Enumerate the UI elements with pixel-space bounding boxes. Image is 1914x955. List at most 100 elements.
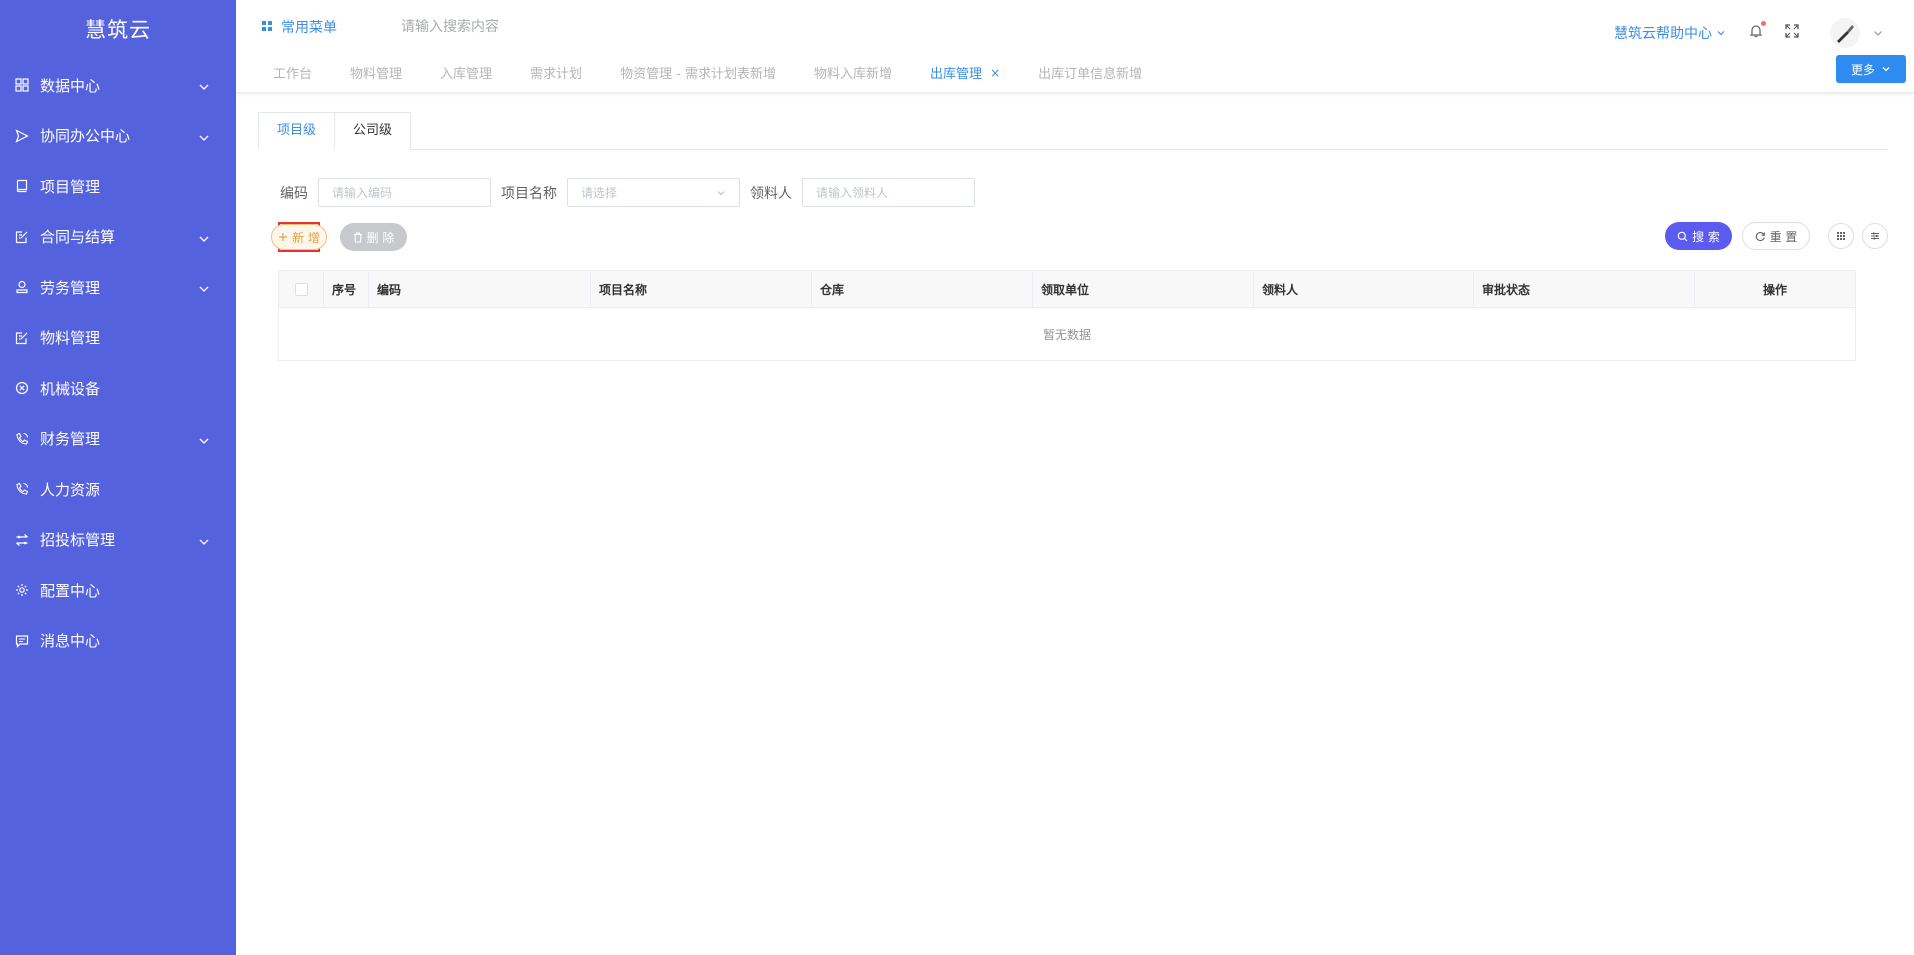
add-button-label: 新 增 [292, 230, 320, 245]
notification-bell[interactable] [1748, 21, 1766, 43]
table-empty-text: 暂无数据 [1042, 327, 1091, 342]
chevron-down-icon [198, 281, 210, 293]
grid-dots-icon [1837, 232, 1845, 240]
book-icon [14, 178, 30, 194]
filter-form: 编码 项目名称 请选择 领料人 [280, 178, 1888, 207]
select-all-cell [279, 271, 324, 307]
transfer-icon [14, 532, 30, 548]
user-menu-chevron-icon[interactable] [1872, 27, 1884, 39]
outbound-table: 序号 编码 项目名称 仓库 领取单位 领料人 审批状态 操作 暂无数据 [278, 270, 1856, 361]
col-header-receiving-unit: 领取单位 [1033, 271, 1254, 307]
search-icon [1677, 231, 1688, 241]
code-label: 编码 [280, 185, 308, 202]
chevron-down-icon [198, 231, 210, 243]
user-stamp-icon [14, 279, 30, 295]
more-tabs-button[interactable]: 更多 [1836, 55, 1906, 83]
close-icon[interactable]: × [990, 66, 1000, 80]
table-header: 序号 编码 项目名称 仓库 领取单位 领料人 审批状态 操作 [279, 271, 1855, 308]
page-tab-label: 物料管理 [350, 67, 403, 82]
receiver-label: 领料人 [750, 185, 792, 202]
page-tab[interactable]: 需求计划 [518, 63, 594, 82]
page-tab-label: 入库管理 [440, 67, 493, 82]
sidebar-item[interactable]: 机械设备 [0, 363, 236, 414]
right-actions: 搜 索 重 置 [1665, 222, 1888, 250]
project-name-select[interactable]: 请选择 [567, 178, 740, 207]
global-search-input[interactable] [401, 18, 601, 35]
sidebar-item[interactable]: 合同与结算 [0, 212, 236, 263]
reset-button[interactable]: 重 置 [1742, 222, 1810, 250]
sidebar-item[interactable]: 项目管理 [0, 161, 236, 212]
favorite-menu[interactable]: 常用菜单 [262, 17, 337, 37]
col-header-warehouse: 仓库 [812, 271, 1033, 307]
col-header-receiver: 领料人 [1254, 271, 1474, 307]
sidebar-item-label: 协同办公中心 [40, 127, 131, 146]
page-tabs: 工作台 物料管理 入库管理 需求计划 物资管理 - 需求计划表新增 物料入库新增 出库管理 ×… [254, 63, 1161, 83]
sidebar-item[interactable]: 配置中心 [0, 565, 236, 616]
add-button[interactable]: 新 增 [271, 224, 327, 250]
sidebar-item-label: 配置中心 [40, 581, 101, 600]
sidebar-item[interactable]: 消息中心 [0, 616, 236, 667]
page-content: 项目级 公司级 编码 项目名称 请选择 领料人 新 增 [236, 93, 1914, 361]
sidebar-item[interactable]: 招投标管理 [0, 515, 236, 566]
phone-icon [14, 481, 30, 497]
col-header-code: 编码 [369, 271, 591, 307]
page-tab[interactable]: 入库管理 [428, 63, 504, 82]
sidebar-item-label: 项目管理 [40, 177, 101, 196]
sidebar-item[interactable]: 数据中心 [0, 60, 236, 111]
sidebar-item[interactable]: 物料管理 [0, 313, 236, 364]
message-icon [14, 633, 30, 649]
chevron-down-icon [1882, 67, 1890, 72]
delete-button[interactable]: 删 除 [340, 223, 407, 251]
project-name-placeholder: 请选择 [581, 186, 618, 200]
code-input[interactable] [318, 178, 491, 207]
action-toolbar: 新 增 删 除 搜 索 重 置 [271, 222, 1888, 252]
brush-icon [1837, 25, 1854, 43]
page-tab[interactable]: 物资管理 - 需求计划表新增 [608, 63, 788, 82]
project-name-label: 项目名称 [501, 185, 557, 202]
help-center-dropdown[interactable]: 慧筑云帮助中心 [1614, 23, 1726, 43]
select-all-checkbox[interactable] [294, 282, 308, 296]
sidebar-item-label: 合同与结算 [40, 228, 116, 247]
top-right-tools: 慧筑云帮助中心 [1614, 18, 1884, 48]
refresh-icon [1755, 231, 1765, 241]
search-button[interactable]: 搜 索 [1665, 222, 1732, 250]
send-icon [14, 128, 30, 144]
sidebar-item-label: 机械设备 [40, 379, 101, 398]
page-tabs-bar: 工作台 物料管理 入库管理 需求计划 物资管理 - 需求计划表新增 物料入库新增 出库管理 ×… [236, 53, 1914, 93]
sidebar-item[interactable]: 人力资源 [0, 464, 236, 515]
col-header-operations: 操作 [1762, 282, 1787, 297]
delete-button-label: 删 除 [366, 230, 395, 245]
top-bar: 常用菜单 慧筑云帮助中心 [236, 0, 1914, 53]
level-tabs: 项目级 公司级 [258, 112, 1888, 150]
sidebar-item[interactable]: 财务管理 [0, 414, 236, 465]
page-tab[interactable]: 出库管理 × [918, 63, 1012, 83]
chevron-down-icon [717, 190, 725, 195]
chevron-down-icon [198, 433, 210, 445]
page-tab[interactable]: 物料入库新增 [802, 63, 904, 82]
sidebar-item-label: 消息中心 [40, 632, 101, 651]
page-tab-label: 工作台 [273, 67, 313, 82]
page-tab[interactable]: 物料管理 [338, 63, 414, 82]
page-tab-label: 出库管理 [930, 67, 983, 82]
user-avatar[interactable] [1830, 18, 1860, 48]
column-settings-button[interactable] [1828, 223, 1854, 249]
edit-doc-icon [14, 330, 30, 346]
sidebar-item-label: 数据中心 [40, 76, 101, 95]
add-button-highlight: 新 增 [271, 222, 327, 252]
gear-icon [14, 582, 30, 598]
col-header-approval-status: 审批状态 [1474, 271, 1695, 307]
page-tab[interactable]: 出库订单信息新增 [1026, 63, 1154, 82]
filter-settings-button[interactable] [1862, 223, 1888, 249]
sidebar-item[interactable]: 协同办公中心 [0, 111, 236, 162]
page-tab[interactable]: 工作台 [261, 63, 324, 82]
search-button-label: 搜 索 [1692, 229, 1720, 244]
tab-company-level[interactable]: 公司级 [335, 112, 412, 150]
receiver-input[interactable] [802, 178, 975, 207]
app-logo: 慧筑云 [85, 18, 151, 42]
circle-x-icon [14, 380, 30, 396]
fullscreen-button[interactable] [1784, 23, 1800, 43]
main-area: 常用菜单 慧筑云帮助中心 [236, 0, 1914, 955]
sidebar-item[interactable]: 劳务管理 [0, 262, 236, 313]
sliders-icon [1871, 232, 1879, 240]
tab-project-level[interactable]: 项目级 [258, 112, 336, 150]
